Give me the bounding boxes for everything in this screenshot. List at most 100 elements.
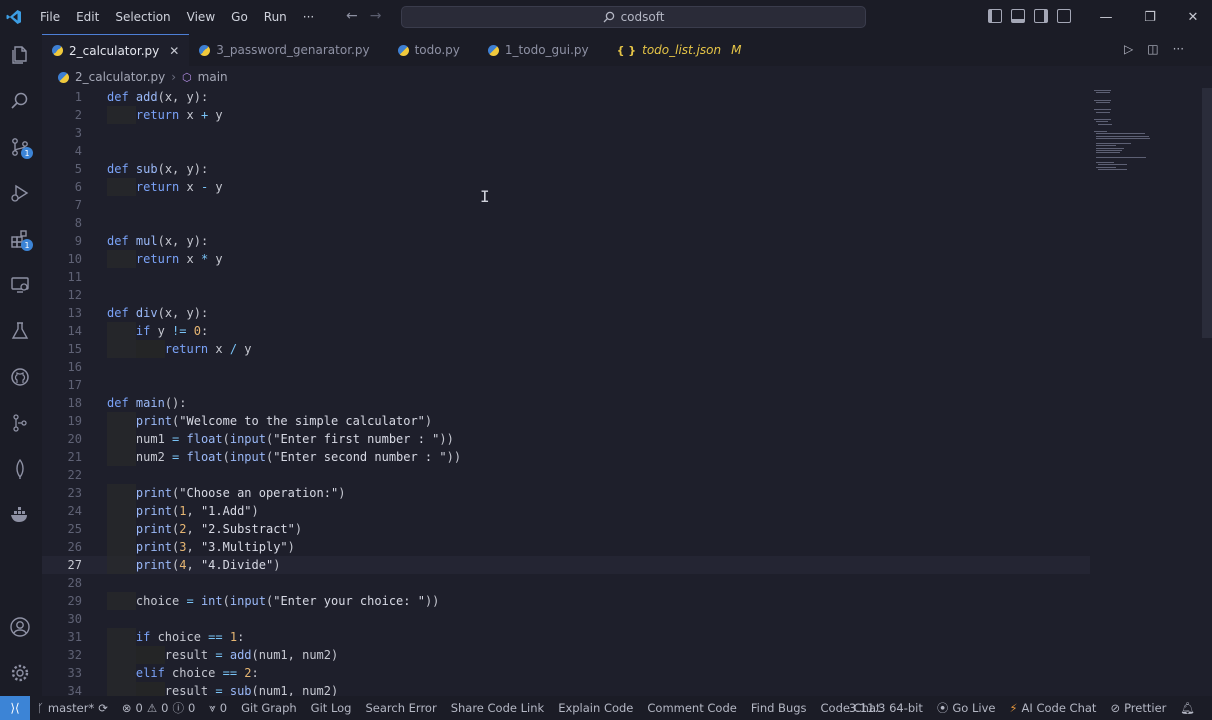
go-live-button[interactable]: ⦿ Go Live xyxy=(930,700,1003,716)
search-sidebar-icon[interactable] xyxy=(7,88,33,114)
tab-1-todo-gui-py[interactable]: 1_todo_gui.py xyxy=(478,34,607,66)
code-line[interactable]: 30 xyxy=(42,610,1090,628)
code-line[interactable]: 26 print(3, "3.Multiply") xyxy=(42,538,1090,556)
source-control-icon[interactable]: 1 xyxy=(7,134,33,160)
testing-icon[interactable] xyxy=(7,318,33,344)
remote-explorer-icon[interactable] xyxy=(7,272,33,298)
status-git-log[interactable]: Git Log xyxy=(304,701,359,715)
toggle-secondary-sidebar-icon[interactable] xyxy=(1034,9,1048,23)
tab-todo-py[interactable]: todo.py xyxy=(388,34,478,66)
remote-indicator-icon[interactable]: ⟩⟨ xyxy=(0,696,30,720)
forward-arrow-icon[interactable]: → xyxy=(370,8,382,24)
code-line[interactable]: 19 print("Welcome to the simple calculat… xyxy=(42,412,1090,430)
breadcrumb-file[interactable]: 2_calculator.py xyxy=(75,70,165,84)
minimap-line xyxy=(1094,118,1111,120)
status-find-bugs[interactable]: Find Bugs xyxy=(744,701,814,715)
menu-run[interactable]: Run xyxy=(256,0,295,34)
restore-button[interactable]: ❐ xyxy=(1128,0,1172,34)
code-line[interactable]: 6 return x - y xyxy=(42,178,1090,196)
customize-layout-icon[interactable] xyxy=(1057,9,1071,23)
code-line[interactable]: 4 xyxy=(42,142,1090,160)
status-explain-code[interactable]: Explain Code xyxy=(551,701,640,715)
code-line[interactable]: 33 elif choice == 2: xyxy=(42,664,1090,682)
toggle-panel-icon[interactable] xyxy=(1011,9,1025,23)
minimap[interactable] xyxy=(1090,88,1200,696)
ports-indicator[interactable]: ⩔ 0 xyxy=(202,701,234,716)
code-line[interactable]: 16 xyxy=(42,358,1090,376)
code-line[interactable]: 7 xyxy=(42,196,1090,214)
menu-view[interactable]: View xyxy=(179,0,223,34)
code-line[interactable]: 29 choice = int(input("Enter your choice… xyxy=(42,592,1090,610)
tab-label: 1_todo_gui.py xyxy=(504,43,589,57)
github-icon[interactable] xyxy=(7,364,33,390)
code-line[interactable]: 14 if y != 0: xyxy=(42,322,1090,340)
code-line[interactable]: 10 return x * y xyxy=(42,250,1090,268)
code-line[interactable]: 3 xyxy=(42,124,1090,142)
tab-3-password-genarator-py[interactable]: 3_password_genarator.py xyxy=(189,34,387,66)
sync-icon[interactable]: ⟳ xyxy=(98,701,108,715)
explorer-icon[interactable] xyxy=(7,42,33,68)
command-center-search[interactable]: codsoft xyxy=(401,6,866,28)
code-text: def main(): xyxy=(107,396,187,410)
status-git-graph[interactable]: Git Graph xyxy=(234,701,304,715)
breadcrumb-symbol[interactable]: main xyxy=(198,70,228,84)
menu-file[interactable]: File xyxy=(32,0,68,34)
more-actions-icon[interactable]: ··· xyxy=(1173,42,1184,56)
code-line[interactable]: 9 def mul(x, y): xyxy=(42,232,1090,250)
status-share-code-link[interactable]: Share Code Link xyxy=(444,701,552,715)
code-line[interactable]: 18 def main(): xyxy=(42,394,1090,412)
code-line[interactable]: 23 print("Choose an operation:") xyxy=(42,484,1090,502)
status-comment-code[interactable]: Comment Code xyxy=(640,701,743,715)
run-file-icon[interactable]: ▷ xyxy=(1124,42,1133,56)
ai-code-chat-button[interactable]: ⚡ AI Code Chat xyxy=(1002,701,1103,715)
code-line[interactable]: 5 def sub(x, y): xyxy=(42,160,1090,178)
code-line[interactable]: 25 print(2, "2.Substract") xyxy=(42,520,1090,538)
run-debug-icon[interactable] xyxy=(7,180,33,206)
back-arrow-icon[interactable]: ← xyxy=(346,8,358,24)
code-line[interactable]: 22 xyxy=(42,466,1090,484)
antenna-icon: ⩔ xyxy=(209,700,216,715)
code-line[interactable]: 21 num2 = float(input("Enter second numb… xyxy=(42,448,1090,466)
prettier-button[interactable]: ⊘ Prettier xyxy=(1103,701,1173,715)
code-line[interactable]: 27 print(4, "4.Divide") xyxy=(42,556,1090,574)
tab-todo-list-json[interactable]: { } todo_list.json M xyxy=(607,34,760,66)
code-line[interactable]: 17 xyxy=(42,376,1090,394)
vertical-scrollbar[interactable] xyxy=(1200,88,1212,696)
settings-gear-icon[interactable] xyxy=(7,660,33,686)
code-line[interactable]: 31 if choice == 1: xyxy=(42,628,1090,646)
extensions-icon[interactable]: 1 xyxy=(7,226,33,252)
split-editor-icon[interactable]: ◫ xyxy=(1147,42,1158,56)
code-line[interactable]: 28 xyxy=(42,574,1090,592)
code-line[interactable]: 12 xyxy=(42,286,1090,304)
menu-more[interactable]: ··· xyxy=(295,0,322,34)
menu-selection[interactable]: Selection xyxy=(107,0,178,34)
menu-go[interactable]: Go xyxy=(223,0,256,34)
docker-icon[interactable] xyxy=(7,502,33,528)
code-line[interactable]: 32 result = add(num1, num2) xyxy=(42,646,1090,664)
mongodb-leaf-icon[interactable] xyxy=(7,456,33,482)
code-line[interactable]: 1 def add(x, y): xyxy=(42,88,1090,106)
problems-indicator[interactable]: ⊗ 0 ⚠ 0 ⓘ 0 xyxy=(115,700,202,716)
code-line[interactable]: 2 return x + y xyxy=(42,106,1090,124)
tab-close-icon[interactable]: ✕ xyxy=(169,44,179,58)
minimize-button[interactable]: — xyxy=(1084,0,1128,34)
accounts-icon[interactable] xyxy=(7,614,33,640)
code-line[interactable]: 8 xyxy=(42,214,1090,232)
tab-2-calculator-py[interactable]: 2_calculator.py ✕ xyxy=(42,34,190,66)
scrollbar-thumb[interactable] xyxy=(1202,88,1212,338)
notifications-bell-icon[interactable]: 🔔︎ xyxy=(1173,701,1202,715)
code-line[interactable]: 34 result = sub(num1, num2) xyxy=(42,682,1090,696)
close-window-button[interactable]: ✕ xyxy=(1171,0,1212,34)
status-search-error[interactable]: Search Error xyxy=(358,701,443,715)
menu-edit[interactable]: Edit xyxy=(68,0,107,34)
code-line[interactable]: 13 def div(x, y): xyxy=(42,304,1090,322)
python-interpreter[interactable]: 3.11.3 64-bit xyxy=(842,701,930,715)
code-editor[interactable]: 1 def add(x, y): 2 return x + y 3 4 5 def sub(… xyxy=(42,88,1090,696)
code-line[interactable]: 11 xyxy=(42,268,1090,286)
branch-indicator[interactable]: ᚴ master* ⟳ xyxy=(30,701,115,715)
toggle-primary-sidebar-icon[interactable] xyxy=(988,9,1002,23)
git-graph-icon[interactable] xyxy=(7,410,33,436)
code-line[interactable]: 15 return x / y xyxy=(42,340,1090,358)
code-line[interactable]: 20 num1 = float(input("Enter first numbe… xyxy=(42,430,1090,448)
code-line[interactable]: 24 print(1, "1.Add") xyxy=(42,502,1090,520)
